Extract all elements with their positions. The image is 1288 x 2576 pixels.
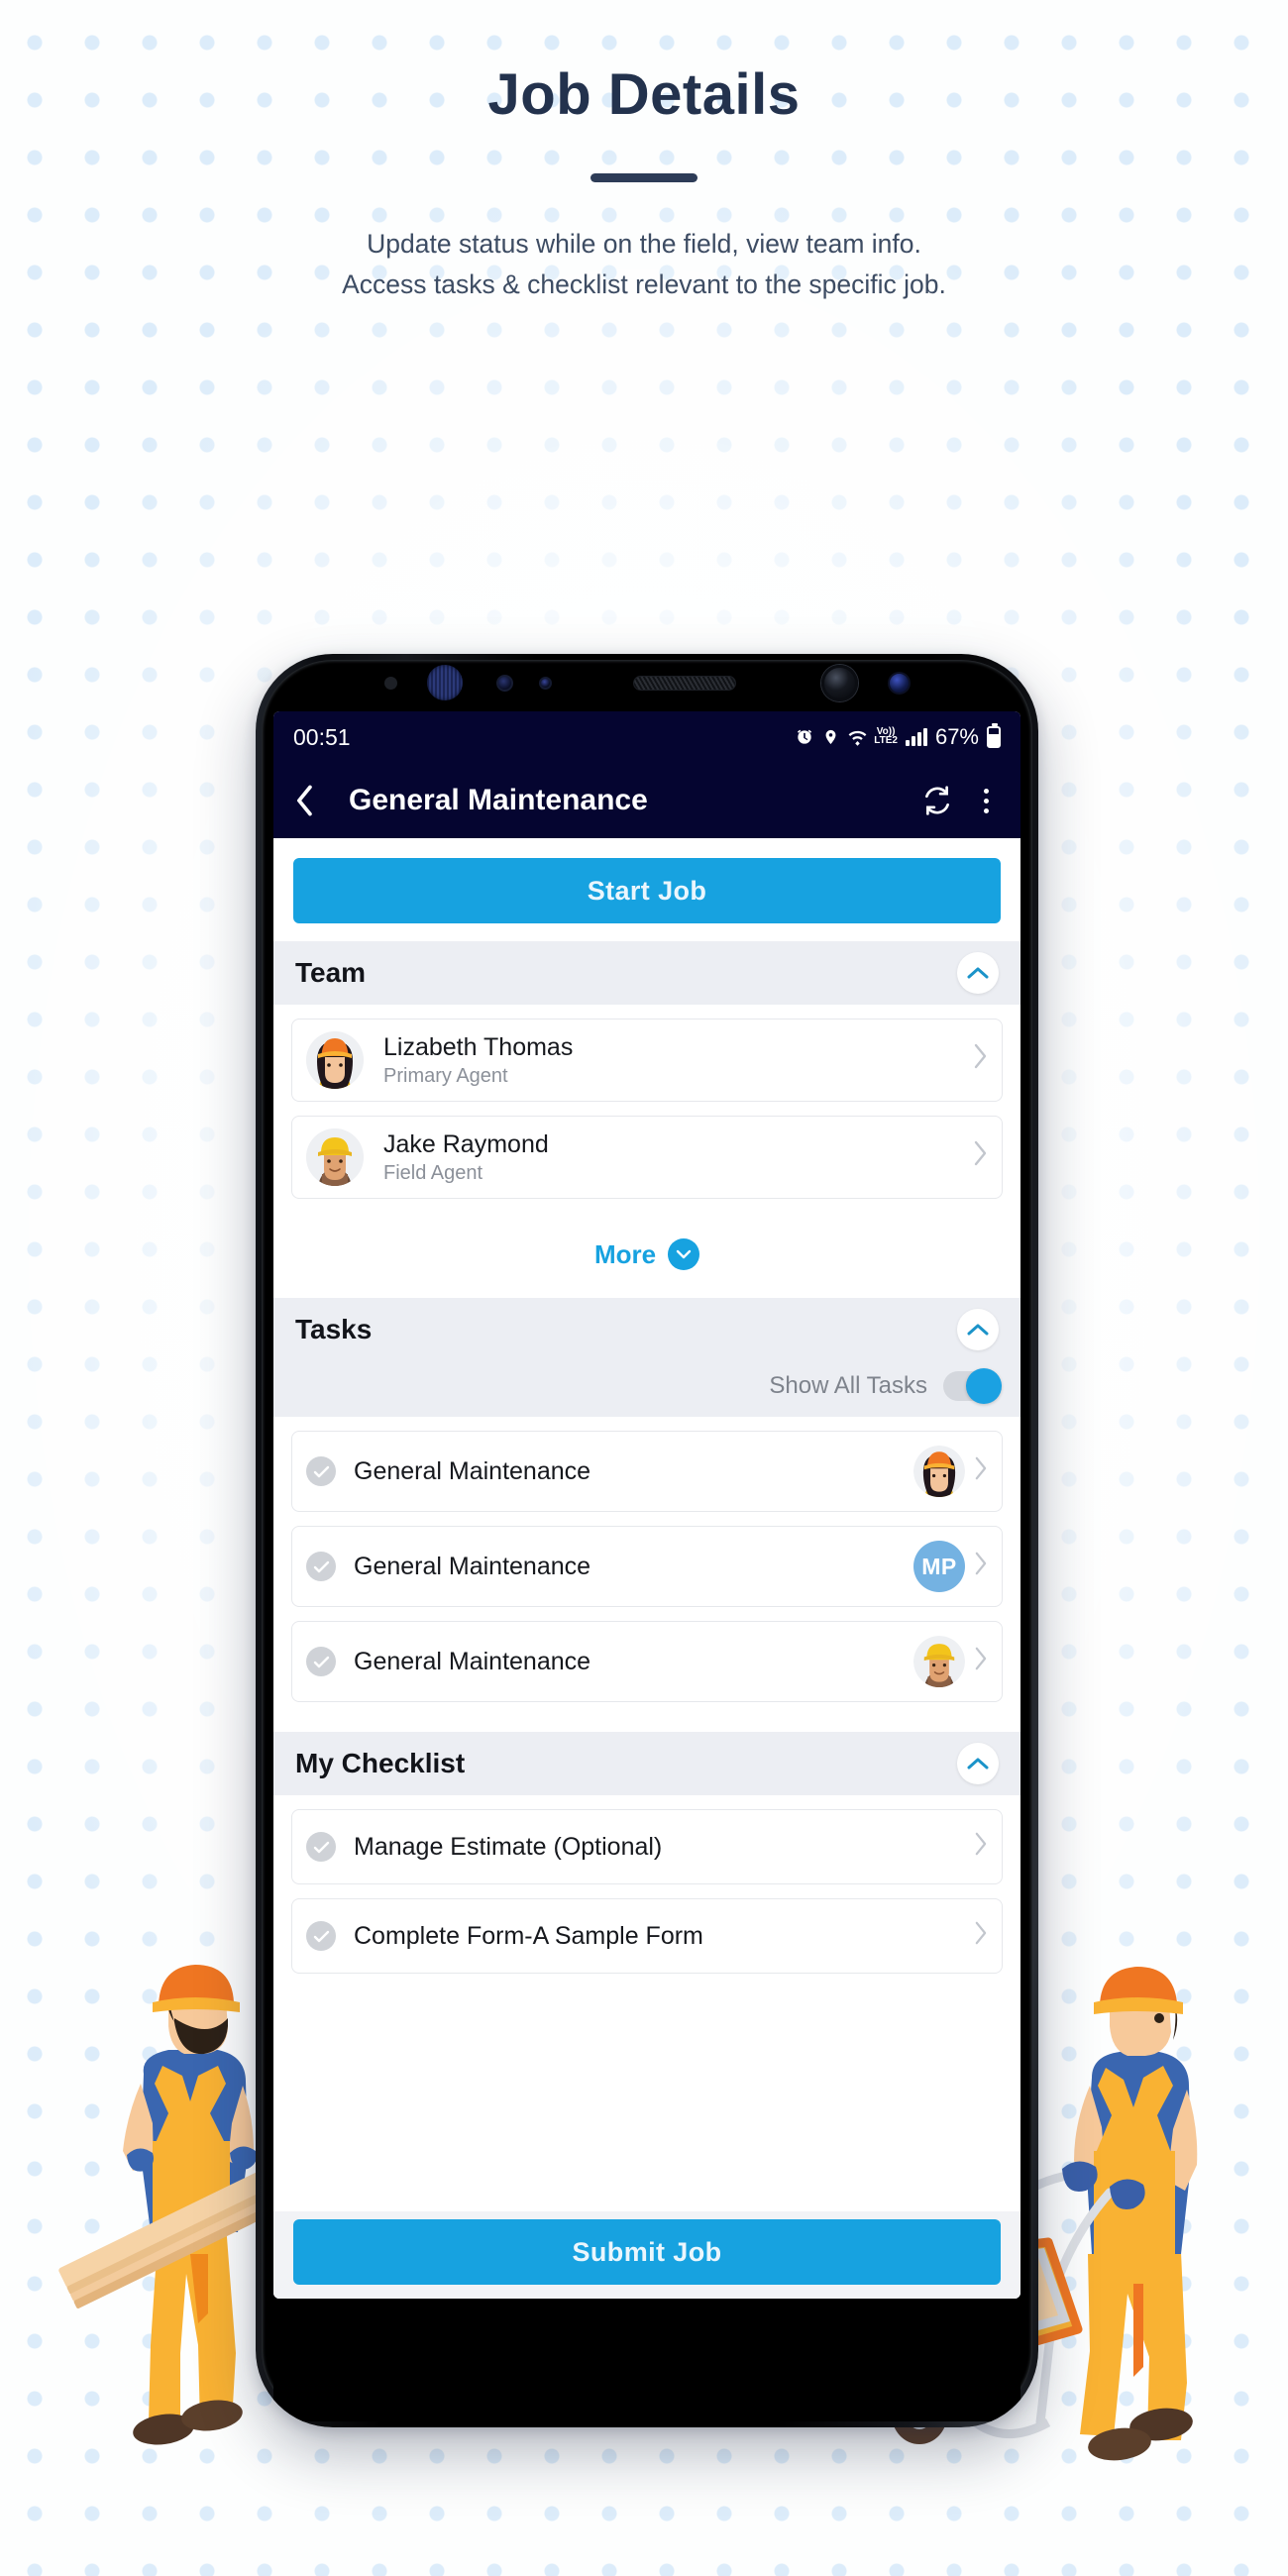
team-member-meta: Jake Raymond Field Agent	[383, 1129, 964, 1186]
front-camera-icon	[820, 664, 858, 701]
team-member-meta: Lizabeth Thomas Primary Agent	[383, 1032, 964, 1089]
chevron-up-icon[interactable]	[957, 952, 999, 994]
section-header-team[interactable]: Team	[273, 941, 1020, 1005]
earpiece-speaker-icon	[632, 675, 736, 691]
section-body-team: Lizabeth Thomas Primary Agent Jake Raymo…	[273, 1005, 1020, 1298]
volte-icon: Vo)) LTE2	[874, 727, 898, 746]
battery-percent-label: 67%	[934, 724, 979, 749]
section-title-team: Team	[295, 957, 367, 988]
app-bar: General Maintenance	[273, 763, 1020, 838]
hero-subtitle: Update status while on the field, view t…	[0, 224, 1288, 304]
chevron-down-circle-icon	[668, 1238, 700, 1270]
signal-bars-icon	[905, 728, 927, 746]
page-background: Job Details Update status while on the f…	[0, 0, 1288, 2576]
title-divider	[590, 173, 698, 182]
task-row[interactable]: General Maintenance MP	[291, 1526, 1003, 1607]
task-row[interactable]: General Maintenance	[291, 1431, 1003, 1512]
team-member-name: Lizabeth Thomas	[383, 1032, 574, 1061]
team-member-role: Field Agent	[383, 1162, 483, 1185]
volte-network-label: LTE2	[874, 735, 898, 746]
status-bar: 00:51 Vo)) LTE2 67%	[273, 711, 1020, 763]
section-body-checklist: Manage Estimate (Optional) Complete Form…	[273, 1795, 1020, 2003]
task-label: General Maintenance	[354, 1552, 591, 1580]
toggle-knob	[966, 1368, 1002, 1404]
show-all-tasks-row[interactable]: Show All Tasks	[273, 1361, 1020, 1417]
team-member-row[interactable]: Lizabeth Thomas Primary Agent	[291, 1019, 1003, 1102]
avatar	[913, 1636, 965, 1687]
hero-header: Job Details Update status while on the f…	[0, 61, 1288, 304]
avatar	[913, 1446, 965, 1497]
battery-icon	[987, 723, 1001, 748]
check-circle-icon	[306, 1647, 336, 1676]
checklist-row[interactable]: Complete Form-A Sample Form	[291, 1898, 1003, 1974]
chevron-right-icon	[965, 1830, 988, 1864]
start-job-button[interactable]: Start Job	[293, 858, 1001, 923]
team-more-label: More	[593, 1238, 657, 1269]
section-title-tasks: Tasks	[295, 1314, 373, 1344]
chevron-right-icon	[965, 1645, 988, 1678]
phone-screen: 00:51 Vo)) LTE2 67% General Maintenance …	[273, 711, 1020, 2299]
chevron-right-icon	[964, 1043, 988, 1077]
task-label: General Maintenance	[354, 1456, 591, 1485]
team-member-role: Primary Agent	[383, 1065, 508, 1088]
chevron-right-icon	[965, 1454, 988, 1488]
job-detail-scroll-area[interactable]: Start Job Team Lizabeth Thomas Primary A…	[273, 838, 1020, 2299]
location-icon	[822, 727, 839, 747]
show-all-tasks-label: Show All Tasks	[769, 1372, 927, 1399]
avatar-initials: MP	[913, 1541, 965, 1592]
section-title-checklist: My Checklist	[295, 1748, 466, 1778]
secondary-camera-icon	[887, 671, 911, 695]
status-bar-time: 00:51	[293, 723, 351, 750]
hero-subtitle-line-1: Update status while on the field, view t…	[367, 229, 921, 259]
section-body-tasks: General Maintenance General Maintenance …	[273, 1417, 1020, 1732]
checklist-label: Complete Form-A Sample Form	[354, 1921, 703, 1950]
team-more-button[interactable]: More	[291, 1213, 1003, 1282]
light-sensor-icon	[538, 676, 552, 690]
chevron-right-icon	[965, 1550, 988, 1583]
team-member-row[interactable]: Jake Raymond Field Agent	[291, 1116, 1003, 1199]
check-circle-icon	[306, 1552, 336, 1581]
iris-scanner-icon	[426, 665, 463, 700]
kebab-menu-icon[interactable]	[974, 788, 999, 813]
check-circle-icon	[306, 1921, 336, 1951]
sensor-lens-icon	[495, 674, 513, 692]
check-circle-icon	[306, 1456, 336, 1486]
checklist-label: Manage Estimate (Optional)	[354, 1832, 663, 1861]
alarm-icon	[795, 727, 814, 747]
avatar	[306, 1128, 364, 1186]
chevron-up-icon[interactable]	[957, 1309, 999, 1350]
avatar	[306, 1031, 364, 1089]
submit-job-button[interactable]: Submit Job	[293, 2219, 1001, 2285]
phone-top-bezel	[256, 654, 1038, 711]
back-button[interactable]	[295, 785, 315, 816]
section-header-tasks[interactable]: Tasks	[273, 1298, 1020, 1361]
team-member-name: Jake Raymond	[383, 1129, 549, 1158]
check-circle-icon	[306, 1832, 336, 1862]
refresh-icon[interactable]	[920, 784, 954, 817]
wifi-icon	[847, 728, 868, 746]
submit-job-bar: Submit Job	[273, 2211, 1020, 2299]
checklist-row[interactable]: Manage Estimate (Optional)	[291, 1809, 1003, 1884]
hero-subtitle-line-2: Access tasks & checklist relevant to the…	[342, 268, 946, 299]
chevron-right-icon	[964, 1140, 988, 1174]
page-title: Job Details	[487, 62, 801, 127]
app-bar-title: General Maintenance	[349, 784, 648, 816]
task-label: General Maintenance	[354, 1647, 591, 1675]
phone-bottom-bezel	[273, 2299, 1020, 2421]
show-all-tasks-toggle[interactable]	[943, 1368, 1002, 1404]
phone-device-frame: 00:51 Vo)) LTE2 67% General Maintenance …	[256, 654, 1038, 2427]
chevron-right-icon	[965, 1919, 988, 1953]
proximity-sensor-icon	[383, 676, 397, 690]
chevron-up-icon[interactable]	[957, 1743, 999, 1784]
section-header-checklist[interactable]: My Checklist	[273, 1732, 1020, 1795]
task-row[interactable]: General Maintenance	[291, 1621, 1003, 1702]
